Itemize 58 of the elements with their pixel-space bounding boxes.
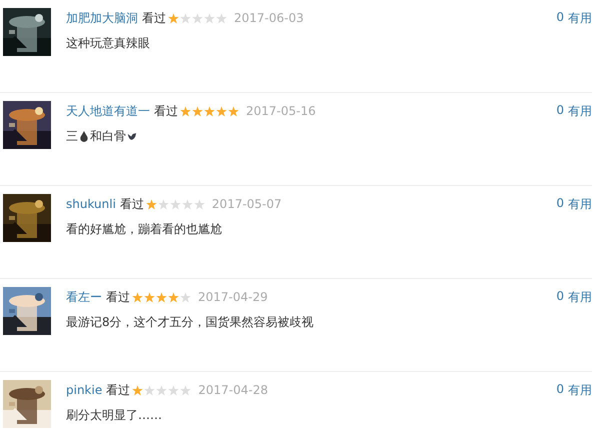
bird-icon [127,130,137,142]
vote-count: 0 [556,10,564,26]
comment-date: 2017-06-03 [234,10,304,26]
star-icon [182,198,193,210]
star-icon [216,12,227,24]
star-icon [156,384,168,396]
star-icon [168,12,179,24]
useful-link[interactable]: 有用 [568,196,592,213]
user-link[interactable]: pinkie [66,382,102,398]
comment-date: 2017-04-29 [198,289,268,305]
useful-link[interactable]: 有用 [568,289,592,306]
star-icon [192,106,203,116]
star-icon [156,292,167,302]
user-link[interactable]: 看左ー [66,289,102,305]
comment-text: 最游记8分，这个才五分，国货果然容易被歧视 [66,314,314,330]
status-label: 看过 [120,196,144,212]
status-label: 看过 [142,10,166,26]
vote-count: 0 [556,196,564,212]
star-icon [228,106,239,116]
star-icon [204,106,215,116]
star-icon [180,292,191,302]
useful-link[interactable]: 有用 [568,382,592,399]
star-icon [144,292,155,302]
star-icon [204,12,215,24]
star-icon [158,198,169,210]
comment-text: 三 [66,128,78,144]
user-link[interactable]: 加肥加大脑洞 [66,10,138,26]
status-label: 看过 [154,103,178,119]
vote-count: 0 [556,103,564,119]
comment-date: 2017-04-28 [198,382,268,398]
useful-link[interactable]: 有用 [568,10,592,27]
star-icon [194,198,205,210]
star-icon [170,198,181,210]
star-icon [192,12,203,24]
status-label: 看过 [106,382,130,398]
useful-link[interactable]: 有用 [568,103,592,120]
user-link[interactable]: 天人地道有道一 [66,103,150,119]
star-icon [168,384,180,396]
star-icon [132,292,143,302]
star-icon [180,106,191,116]
star-icon [168,292,179,302]
comment-text: 这种玩意真辣眼 [66,35,150,51]
star-icon [146,198,157,210]
comment-date: 2017-05-07 [212,196,282,212]
comment-text: 看的好尴尬，蹦着看的也尴尬 [66,221,222,237]
vote-count: 0 [556,289,564,305]
star-icon [180,384,192,396]
star-icon [216,106,227,116]
user-link[interactable]: shukunli [66,196,116,212]
status-label: 看过 [106,289,130,305]
comment-date: 2017-05-16 [246,103,316,119]
star-icon [180,12,191,24]
star-icon [144,384,156,396]
comment-text: 刷分太明显了…… [66,407,162,423]
vote-count: 0 [556,382,564,398]
star-icon [132,384,144,396]
drop-icon [79,130,89,142]
comment-text: 和白骨 [90,128,126,144]
